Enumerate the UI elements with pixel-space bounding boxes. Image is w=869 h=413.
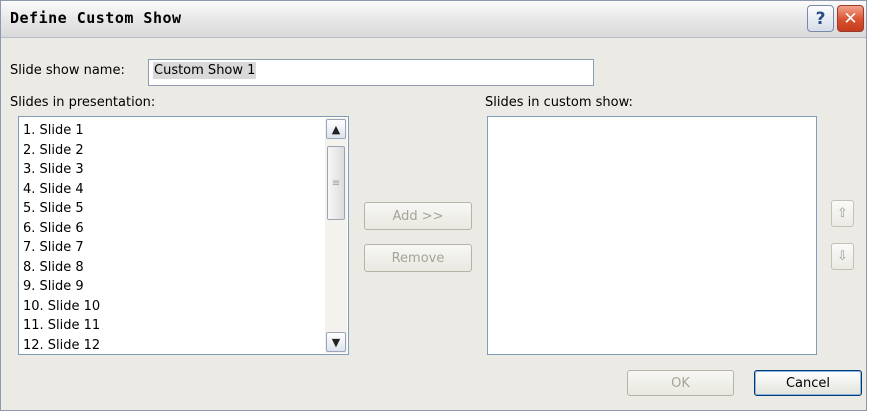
list-item[interactable]: 4. Slide 4 [23,180,321,200]
move-up-button[interactable]: ⇧ [831,200,854,227]
slides-in-custom-show-label: Slides in custom show: [485,95,633,110]
chevron-up-icon: ▲ [331,122,341,136]
close-icon: ✕ [843,8,858,29]
chevron-down-icon: ▼ [331,335,341,349]
ok-button[interactable]: OK [627,370,734,396]
list-item[interactable]: 9. Slide 9 [23,277,321,297]
list-item[interactable]: 7. Slide 7 [23,238,321,258]
close-button[interactable]: ✕ [837,5,864,32]
remove-button[interactable]: Remove [364,244,472,272]
slide-show-name-value: Custom Show 1 [153,62,257,79]
grip-icon: ≡ [331,177,341,189]
define-custom-show-dialog: Define Custom Show ? ✕ Slide show name: … [0,0,867,411]
arrow-up-icon: ⇧ [837,206,848,221]
list-item[interactable]: 2. Slide 2 [23,141,321,161]
dialog-title: Define Custom Show [10,9,182,27]
scroll-up-button[interactable]: ▲ [326,119,346,139]
slides-in-presentation-list[interactable]: 1. Slide 1 2. Slide 2 3. Slide 3 4. Slide 4… [18,116,349,355]
presentation-list-items: 1. Slide 1 2. Slide 2 3. Slide 3 4. Slide 4… [23,121,321,355]
help-button[interactable]: ? [807,5,834,32]
move-down-button[interactable]: ⇩ [831,243,854,270]
list-item[interactable]: 11. Slide 11 [23,316,321,336]
list-item[interactable]: 6. Slide 6 [23,219,321,239]
scroll-down-button[interactable]: ▼ [326,332,346,352]
slide-show-name-input[interactable]: Custom Show 1 [148,59,594,86]
list-item[interactable]: 12. Slide 12 [23,336,321,356]
slide-show-name-label: Slide show name: [10,63,125,78]
list-item[interactable]: 5. Slide 5 [23,199,321,219]
list-item[interactable]: 1. Slide 1 [23,121,321,141]
help-icon: ? [815,8,826,29]
scroll-thumb[interactable]: ≡ [327,146,345,220]
slides-in-custom-show-list[interactable] [487,116,817,355]
list-item[interactable]: 3. Slide 3 [23,160,321,180]
slides-in-presentation-label: Slides in presentation: [10,95,156,110]
add-button[interactable]: Add >> [364,202,472,230]
title-bar: Define Custom Show ? ✕ [1,1,866,38]
arrow-down-icon: ⇩ [837,249,848,264]
presentation-list-scrollbar[interactable]: ▲ ≡ ▼ [325,118,347,353]
list-item[interactable]: 8. Slide 8 [23,258,321,278]
list-item[interactable]: 10. Slide 10 [23,297,321,317]
cancel-button[interactable]: Cancel [754,370,862,396]
